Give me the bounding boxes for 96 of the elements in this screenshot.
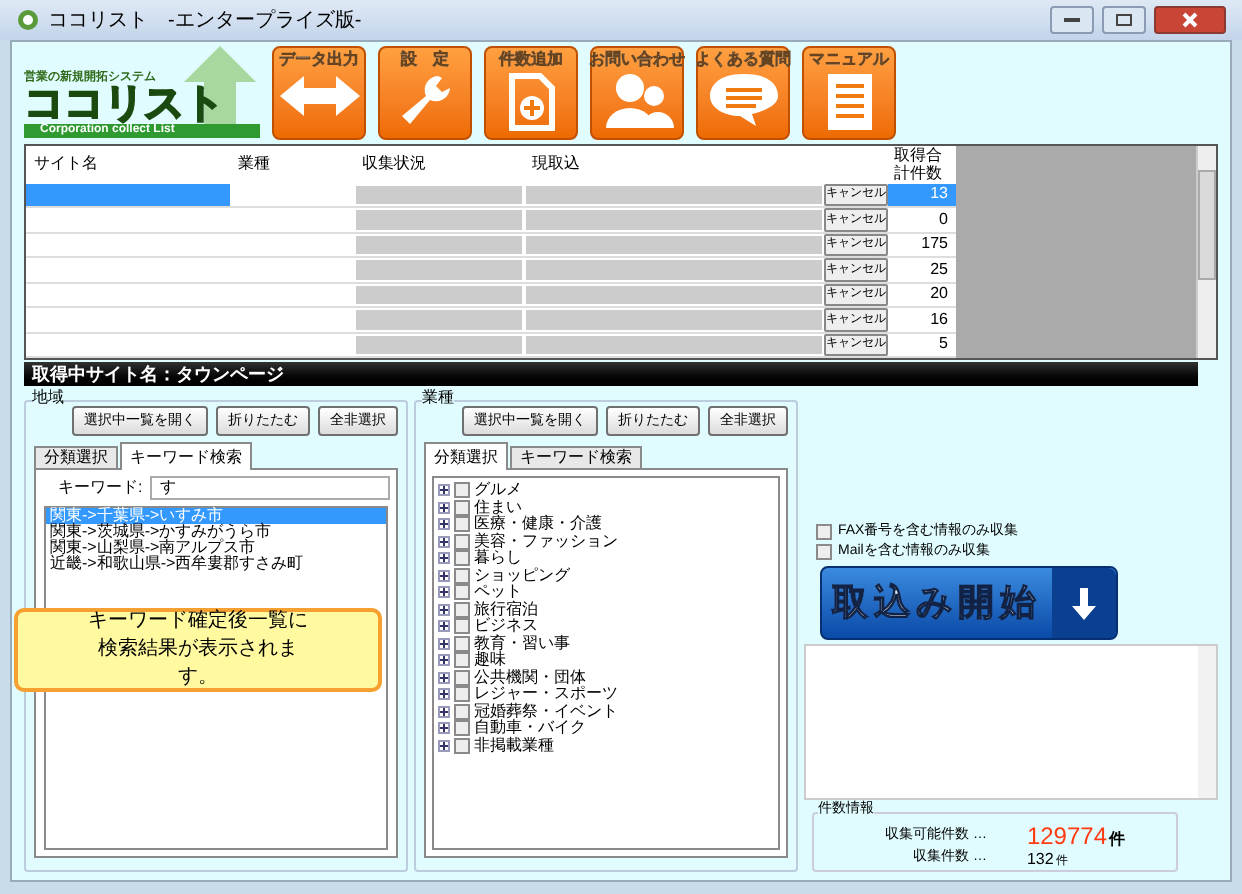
count-cell: 0: [939, 207, 948, 232]
toolbar-button[interactable]: 件数追加: [484, 45, 578, 139]
checkbox[interactable]: [454, 516, 470, 533]
count-cell: 5: [939, 332, 948, 357]
expand-icon[interactable]: [438, 688, 450, 701]
expand-icon[interactable]: [438, 569, 450, 582]
two-way-arrow-icon: [279, 71, 359, 119]
expand-icon[interactable]: [438, 705, 450, 718]
expand-icon[interactable]: [438, 603, 450, 616]
checkbox[interactable]: [454, 720, 470, 737]
result-item[interactable]: 近畿->和歌山県->西牟婁郡すさみ町: [46, 556, 386, 572]
tree-item[interactable]: 冠婚葬祭・イベント: [474, 703, 618, 720]
scrollbar[interactable]: [1196, 146, 1216, 358]
keyword-label: キーワード:: [58, 476, 143, 500]
callout-text: キーワード確定後一覧に検索結果が表示されます。: [86, 608, 310, 692]
tree-item[interactable]: ペット: [474, 584, 522, 601]
expand-icon[interactable]: [438, 739, 450, 752]
checkbox[interactable]: [454, 652, 470, 669]
document-plus-icon: [507, 71, 555, 131]
app-icon: [16, 8, 40, 32]
toolbar-button[interactable]: 設 定: [378, 45, 472, 139]
expand-icon[interactable]: [438, 552, 450, 565]
count-cell: 13: [930, 182, 948, 207]
speech-bubble-icon: [707, 71, 779, 127]
column-header: 現取込: [530, 152, 580, 176]
tree-item[interactable]: 医療・健康・介護: [474, 516, 602, 533]
count-cell: 20: [930, 282, 948, 307]
expand-icon[interactable]: [438, 586, 450, 599]
checkbox[interactable]: [454, 737, 470, 754]
group-title: 業種: [422, 390, 454, 406]
tree-item[interactable]: 旅行宿泊: [474, 601, 538, 618]
count-value: 132: [1026, 852, 1054, 869]
checkbox[interactable]: [454, 703, 470, 720]
expand-icon[interactable]: [438, 484, 450, 497]
toolbar-button[interactable]: データ出力: [272, 45, 366, 139]
tab[interactable]: 分類選択: [34, 446, 118, 470]
group-title: 地域: [32, 390, 64, 406]
expand-icon[interactable]: [438, 535, 450, 548]
checkbox[interactable]: [454, 550, 470, 567]
result-item[interactable]: 関東->山梨県->南アルプス市: [46, 540, 386, 556]
expand-icon[interactable]: [438, 671, 450, 684]
checkbox[interactable]: [454, 635, 470, 652]
tab[interactable]: キーワード検索: [120, 442, 252, 470]
checkbox[interactable]: [454, 584, 470, 601]
document-icon: [825, 71, 873, 131]
count-cell: 175: [921, 232, 948, 257]
expand-icon[interactable]: [438, 620, 450, 633]
column-header: 取得合計件数: [892, 146, 944, 182]
checkbox[interactable]: [454, 618, 470, 635]
count-unit: 件: [1109, 831, 1125, 848]
checkbox[interactable]: [454, 482, 470, 499]
tree-item[interactable]: ショッピング: [474, 567, 570, 584]
column-header: 収集状況: [360, 152, 426, 176]
checkbox[interactable]: [816, 524, 832, 540]
tree-item[interactable]: 暮らし: [474, 550, 522, 567]
down-arrow-icon: [1072, 587, 1096, 619]
count-cell: 25: [930, 257, 948, 282]
wrench-icon: [397, 71, 453, 127]
people-icon: [601, 71, 673, 127]
expand-icon[interactable]: [438, 518, 450, 531]
checkbox[interactable]: [454, 601, 470, 618]
window-title: ココリスト -エンタープライズ版-: [48, 7, 362, 35]
tree-item[interactable]: 自動車・バイク: [474, 720, 586, 737]
tab[interactable]: キーワード検索: [510, 446, 642, 470]
tree-item[interactable]: グルメ: [474, 482, 522, 499]
tree-item[interactable]: レジャー・スポーツ: [474, 686, 618, 703]
tree-item[interactable]: ビジネス: [474, 618, 538, 635]
keyword-field[interactable]: す: [150, 476, 391, 500]
count-cell: 16: [930, 307, 948, 332]
tree-item[interactable]: 非掲載業種: [474, 737, 554, 754]
tree-item[interactable]: 趣味: [474, 652, 506, 669]
status-banner: 取得中サイト名：タウンページ: [24, 362, 1198, 386]
checkbox[interactable]: [454, 533, 470, 550]
tree-item[interactable]: 公共機関・団体: [474, 669, 586, 686]
result-item[interactable]: 関東->茨城県->かすみがうら市: [46, 524, 386, 540]
column-header: 業種: [236, 152, 270, 176]
tree-item[interactable]: 住まい: [474, 499, 522, 516]
toolbar-button[interactable]: マニュアル: [802, 45, 896, 139]
tree-item[interactable]: 教育・習い事: [474, 635, 570, 652]
column-header: サイト名: [32, 152, 98, 176]
checkbox[interactable]: [454, 686, 470, 703]
checkbox[interactable]: [454, 567, 470, 584]
tree-item[interactable]: 美容・ファッション: [474, 533, 618, 550]
count-value: 129774: [1026, 823, 1107, 848]
checkbox[interactable]: [816, 544, 832, 560]
expand-icon[interactable]: [438, 637, 450, 650]
close-icon: [1182, 12, 1198, 28]
expand-icon[interactable]: [438, 654, 450, 667]
minimize-button[interactable]: [1050, 6, 1094, 34]
close-button[interactable]: [1154, 6, 1226, 34]
tab[interactable]: 分類選択: [424, 442, 508, 470]
checkbox[interactable]: [454, 499, 470, 516]
maximize-button[interactable]: [1102, 6, 1146, 34]
checkbox[interactable]: [454, 669, 470, 686]
expand-icon[interactable]: [438, 722, 450, 735]
expand-icon[interactable]: [438, 501, 450, 514]
